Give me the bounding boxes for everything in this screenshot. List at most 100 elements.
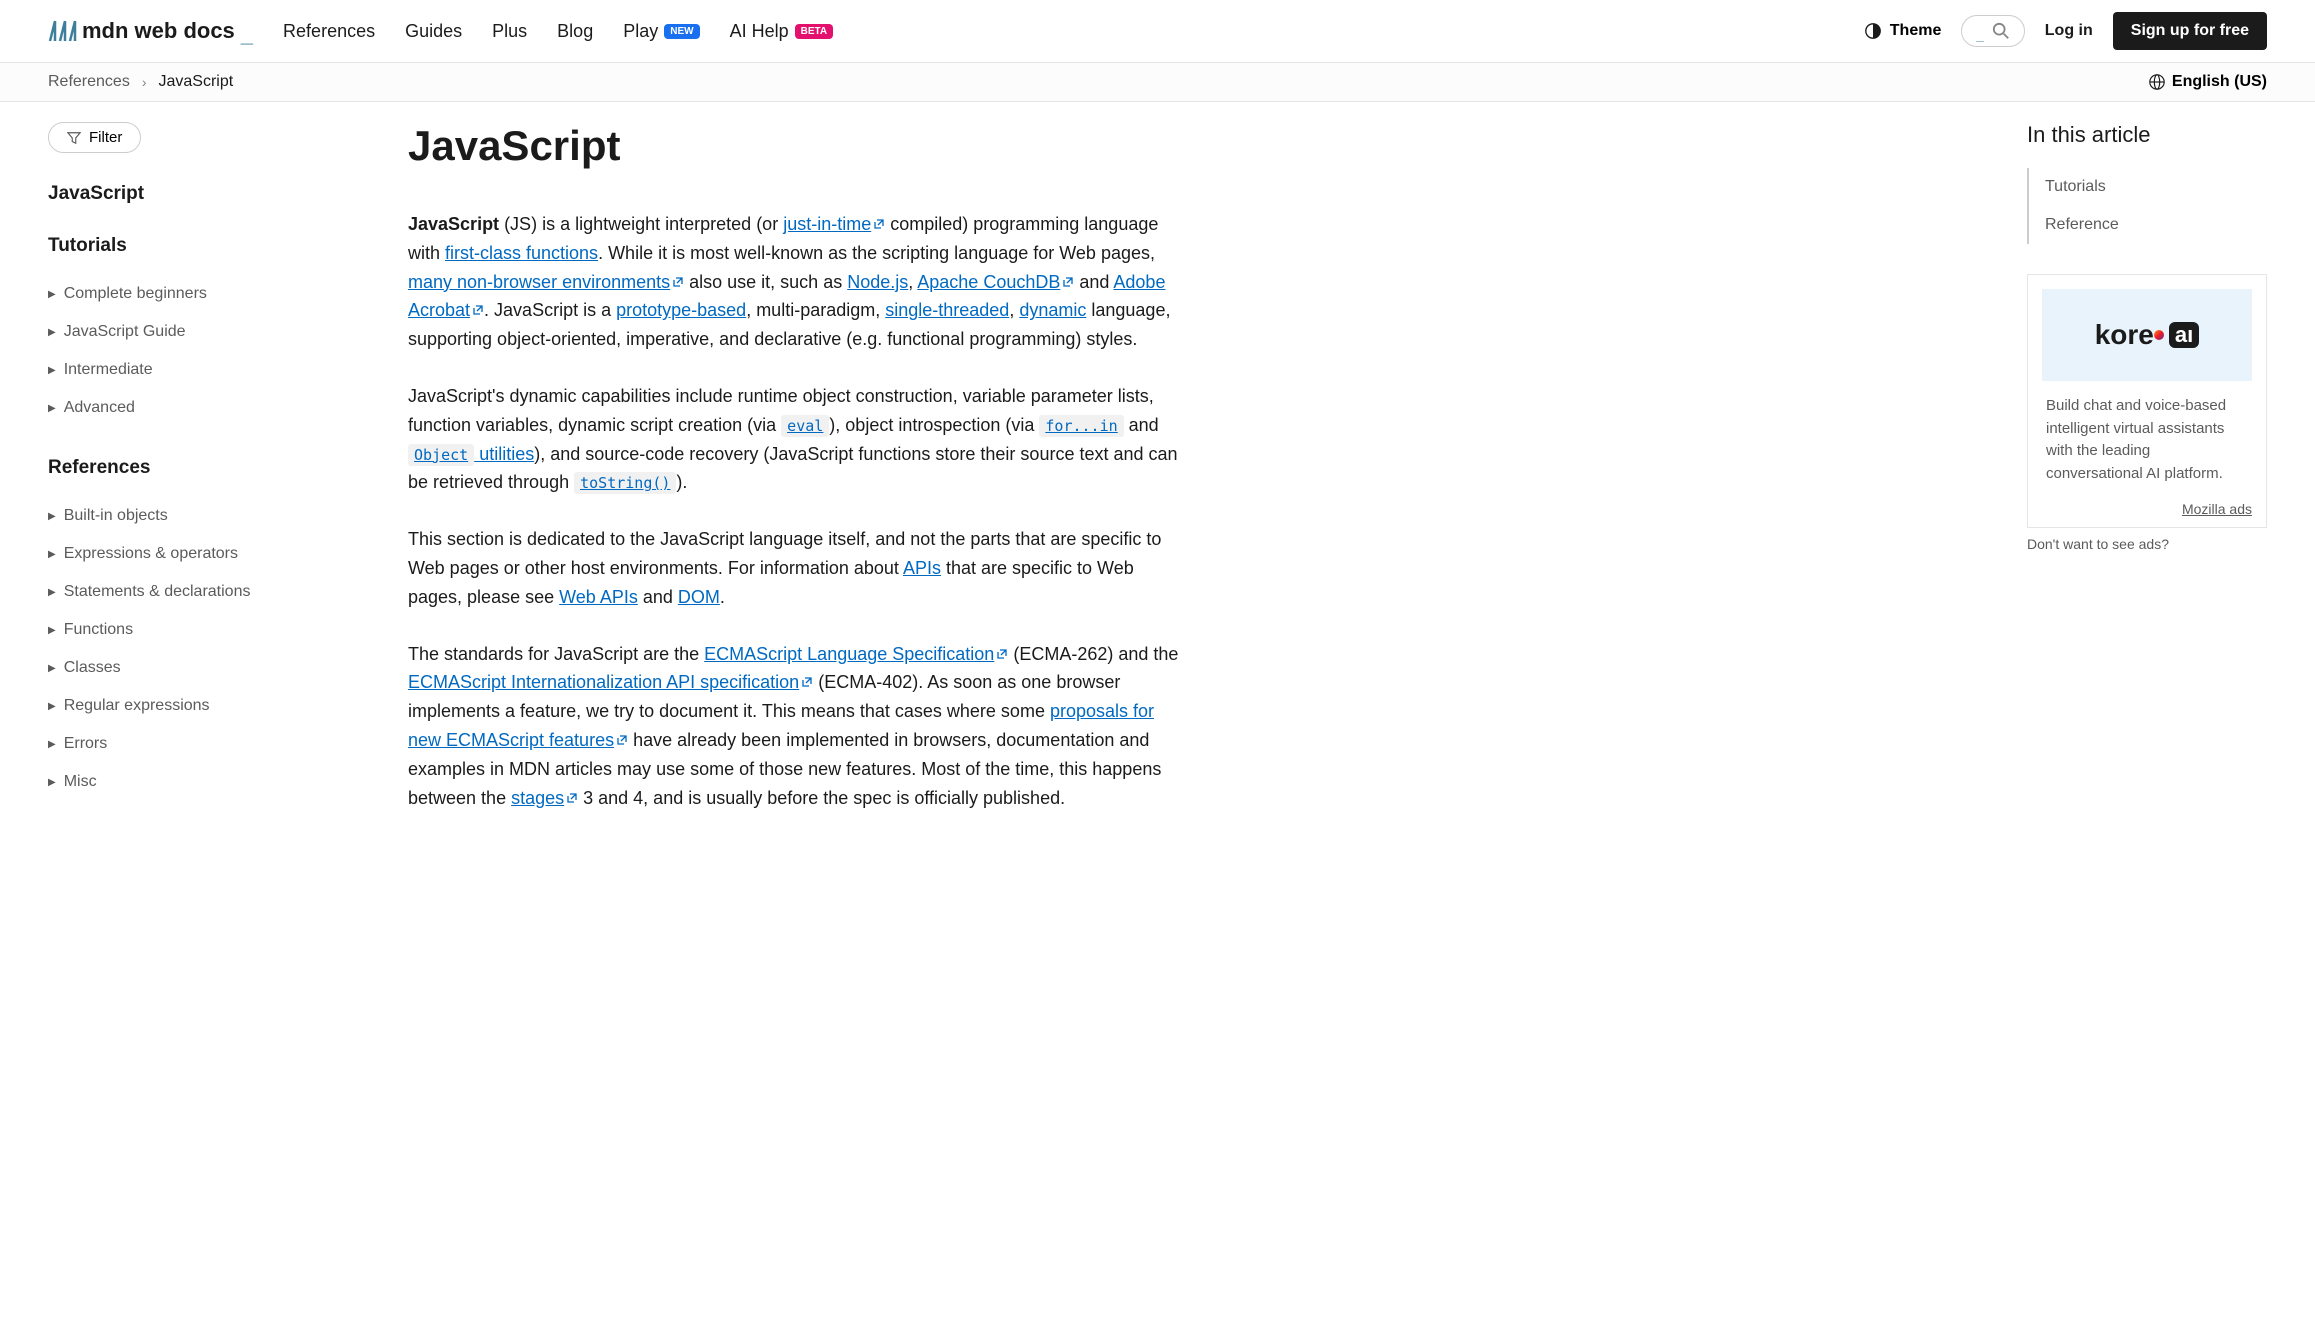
sidebar-item-label: Statements & declarations	[64, 583, 251, 601]
sidebar-item[interactable]: ▶ Advanced	[48, 389, 368, 427]
sidebar-title: JavaScript	[48, 183, 368, 205]
sidebar-item-label: JavaScript Guide	[64, 323, 186, 341]
intro-para-4: The standards for JavaScript are the ECM…	[408, 640, 1188, 813]
sidebar-item-label: Regular expressions	[64, 697, 210, 715]
ecma-intl-link[interactable]: ECMAScript Internationalization API spec…	[408, 672, 813, 692]
tostring-link[interactable]: toString()	[574, 472, 676, 492]
sidebar-references-heading: References	[48, 457, 368, 479]
toc-item[interactable]: Reference	[2045, 206, 2267, 244]
external-link-icon	[873, 218, 885, 230]
nodejs-link[interactable]: Node.js	[847, 272, 908, 292]
sidebar-item-label: Functions	[64, 621, 133, 639]
ad-text: Build chat and voice-based intelligent v…	[2028, 395, 2266, 495]
intro-para-3: This section is dedicated to the JavaScr…	[408, 525, 1188, 611]
sidebar-item[interactable]: ▶ Classes	[48, 649, 368, 687]
globe-icon	[2148, 73, 2166, 91]
sidebar-item-label: Intermediate	[64, 361, 153, 379]
external-link-icon	[672, 276, 684, 288]
dot-icon	[2154, 330, 2164, 340]
theme-button[interactable]: Theme	[1864, 22, 1942, 40]
sidebar-item-label: Classes	[64, 659, 121, 677]
new-badge: NEW	[664, 24, 699, 39]
triangle-right-icon: ▶	[48, 327, 56, 338]
triangle-right-icon: ▶	[48, 663, 56, 674]
sidebar-item[interactable]: ▶ Statements & declarations	[48, 573, 368, 611]
external-link-icon	[1062, 276, 1074, 288]
eval-link[interactable]: eval	[781, 415, 829, 435]
sidebar-item[interactable]: ▶ JavaScript Guide	[48, 313, 368, 351]
forin-link[interactable]: for...in	[1039, 415, 1123, 435]
sidebar-item-label: Misc	[64, 773, 97, 791]
sidebar-item-label: Errors	[64, 735, 108, 753]
couchdb-link[interactable]: Apache CouchDB	[917, 272, 1074, 292]
filter-icon	[67, 131, 81, 145]
nav-guides[interactable]: Guides	[405, 21, 462, 42]
login-link[interactable]: Log in	[2045, 22, 2093, 40]
sidebar-item[interactable]: ▶Intermediate	[48, 351, 368, 389]
ecma-spec-link[interactable]: ECMAScript Language Specification	[704, 644, 1008, 664]
sidebar-item[interactable]: ▶ Expressions & operators	[48, 535, 368, 573]
filter-button[interactable]: Filter	[48, 122, 141, 153]
logo-underscore: _	[241, 22, 253, 48]
sidebar-item-label: Complete beginners	[64, 285, 207, 303]
external-link-icon	[566, 792, 578, 804]
triangle-right-icon: ▶	[48, 777, 56, 788]
stages-link[interactable]: stages	[511, 788, 578, 808]
object-util-link[interactable]: Object utilities	[408, 444, 534, 464]
ad-optout-link[interactable]: Don't want to see ads?	[2027, 536, 2169, 552]
apis-link[interactable]: APIs	[903, 558, 941, 578]
nav-references[interactable]: References	[283, 21, 375, 42]
triangle-right-icon: ▶	[48, 739, 56, 750]
signup-button[interactable]: Sign up for free	[2113, 12, 2267, 50]
nav-plus[interactable]: Plus	[492, 21, 527, 42]
sidebar-item[interactable]: ▶ Regular expressions	[48, 687, 368, 725]
chevron-right-icon: ›	[142, 74, 147, 90]
language-button[interactable]: English (US)	[2148, 73, 2267, 91]
nav-blog[interactable]: Blog	[557, 21, 593, 42]
sidebar-item-label: Expressions & operators	[64, 545, 238, 563]
breadcrumb-current: JavaScript	[159, 73, 234, 91]
triangle-right-icon: ▶	[48, 701, 56, 712]
first-class-link[interactable]: first-class functions	[445, 243, 598, 263]
sidebar-item[interactable]: ▶ Functions	[48, 611, 368, 649]
breadcrumb-references[interactable]: References	[48, 73, 130, 91]
theme-icon	[1864, 22, 1882, 40]
toc-item[interactable]: Tutorials	[2045, 168, 2267, 206]
intro-para-1: JavaScript (JS) is a lightweight interpr…	[408, 210, 1188, 354]
sidebar-item[interactable]: ▶ Errors	[48, 725, 368, 763]
dynamic-link[interactable]: dynamic	[1019, 300, 1086, 320]
search-button[interactable]: _	[1961, 15, 2024, 47]
singlethread-link[interactable]: single-threaded	[885, 300, 1009, 320]
jit-link[interactable]: just-in-time	[783, 214, 885, 234]
ad-attribution-link[interactable]: Mozilla ads	[2182, 501, 2252, 517]
search-underscore: _	[1976, 28, 1983, 43]
prototype-link[interactable]: prototype-based	[616, 300, 746, 320]
webapis-link[interactable]: Web APIs	[559, 587, 638, 607]
page-title: JavaScript	[408, 122, 1188, 170]
triangle-right-icon: ▶	[48, 403, 56, 414]
sidebar-item-label: Advanced	[64, 399, 135, 417]
external-link-icon	[472, 304, 484, 316]
ad-box[interactable]: koreaı Build chat and voice-based intell…	[2027, 274, 2267, 528]
nav-ai-help[interactable]: AI HelpBETA	[730, 21, 834, 42]
external-link-icon	[996, 648, 1008, 660]
triangle-right-icon: ▶	[48, 625, 56, 636]
sidebar-item[interactable]: ▶ Misc	[48, 763, 368, 801]
intro-para-2: JavaScript's dynamic capabilities includ…	[408, 382, 1188, 497]
sidebar-item-label: Built-in objects	[64, 507, 168, 525]
sidebar-tutorials-heading: Tutorials	[48, 235, 368, 257]
sidebar-item[interactable]: ▶ Complete beginners	[48, 275, 368, 313]
breadcrumb: References › JavaScript	[48, 73, 233, 91]
toc-heading: In this article	[2027, 122, 2267, 148]
external-link-icon	[801, 676, 813, 688]
sidebar-item[interactable]: ▶ Built-in objects	[48, 497, 368, 535]
nonbrowser-link[interactable]: many non-browser environments	[408, 272, 684, 292]
triangle-right-icon: ▶	[48, 587, 56, 598]
nav-play[interactable]: PlayNEW	[623, 21, 699, 42]
dom-link[interactable]: DOM	[678, 587, 720, 607]
mdn-logo[interactable]: mdn web docs_	[48, 18, 253, 44]
triangle-right-icon: ▶	[48, 511, 56, 522]
triangle-right-icon: ▶	[48, 549, 56, 560]
triangle-right-icon: ▶	[48, 289, 56, 300]
search-icon	[1992, 22, 2010, 40]
